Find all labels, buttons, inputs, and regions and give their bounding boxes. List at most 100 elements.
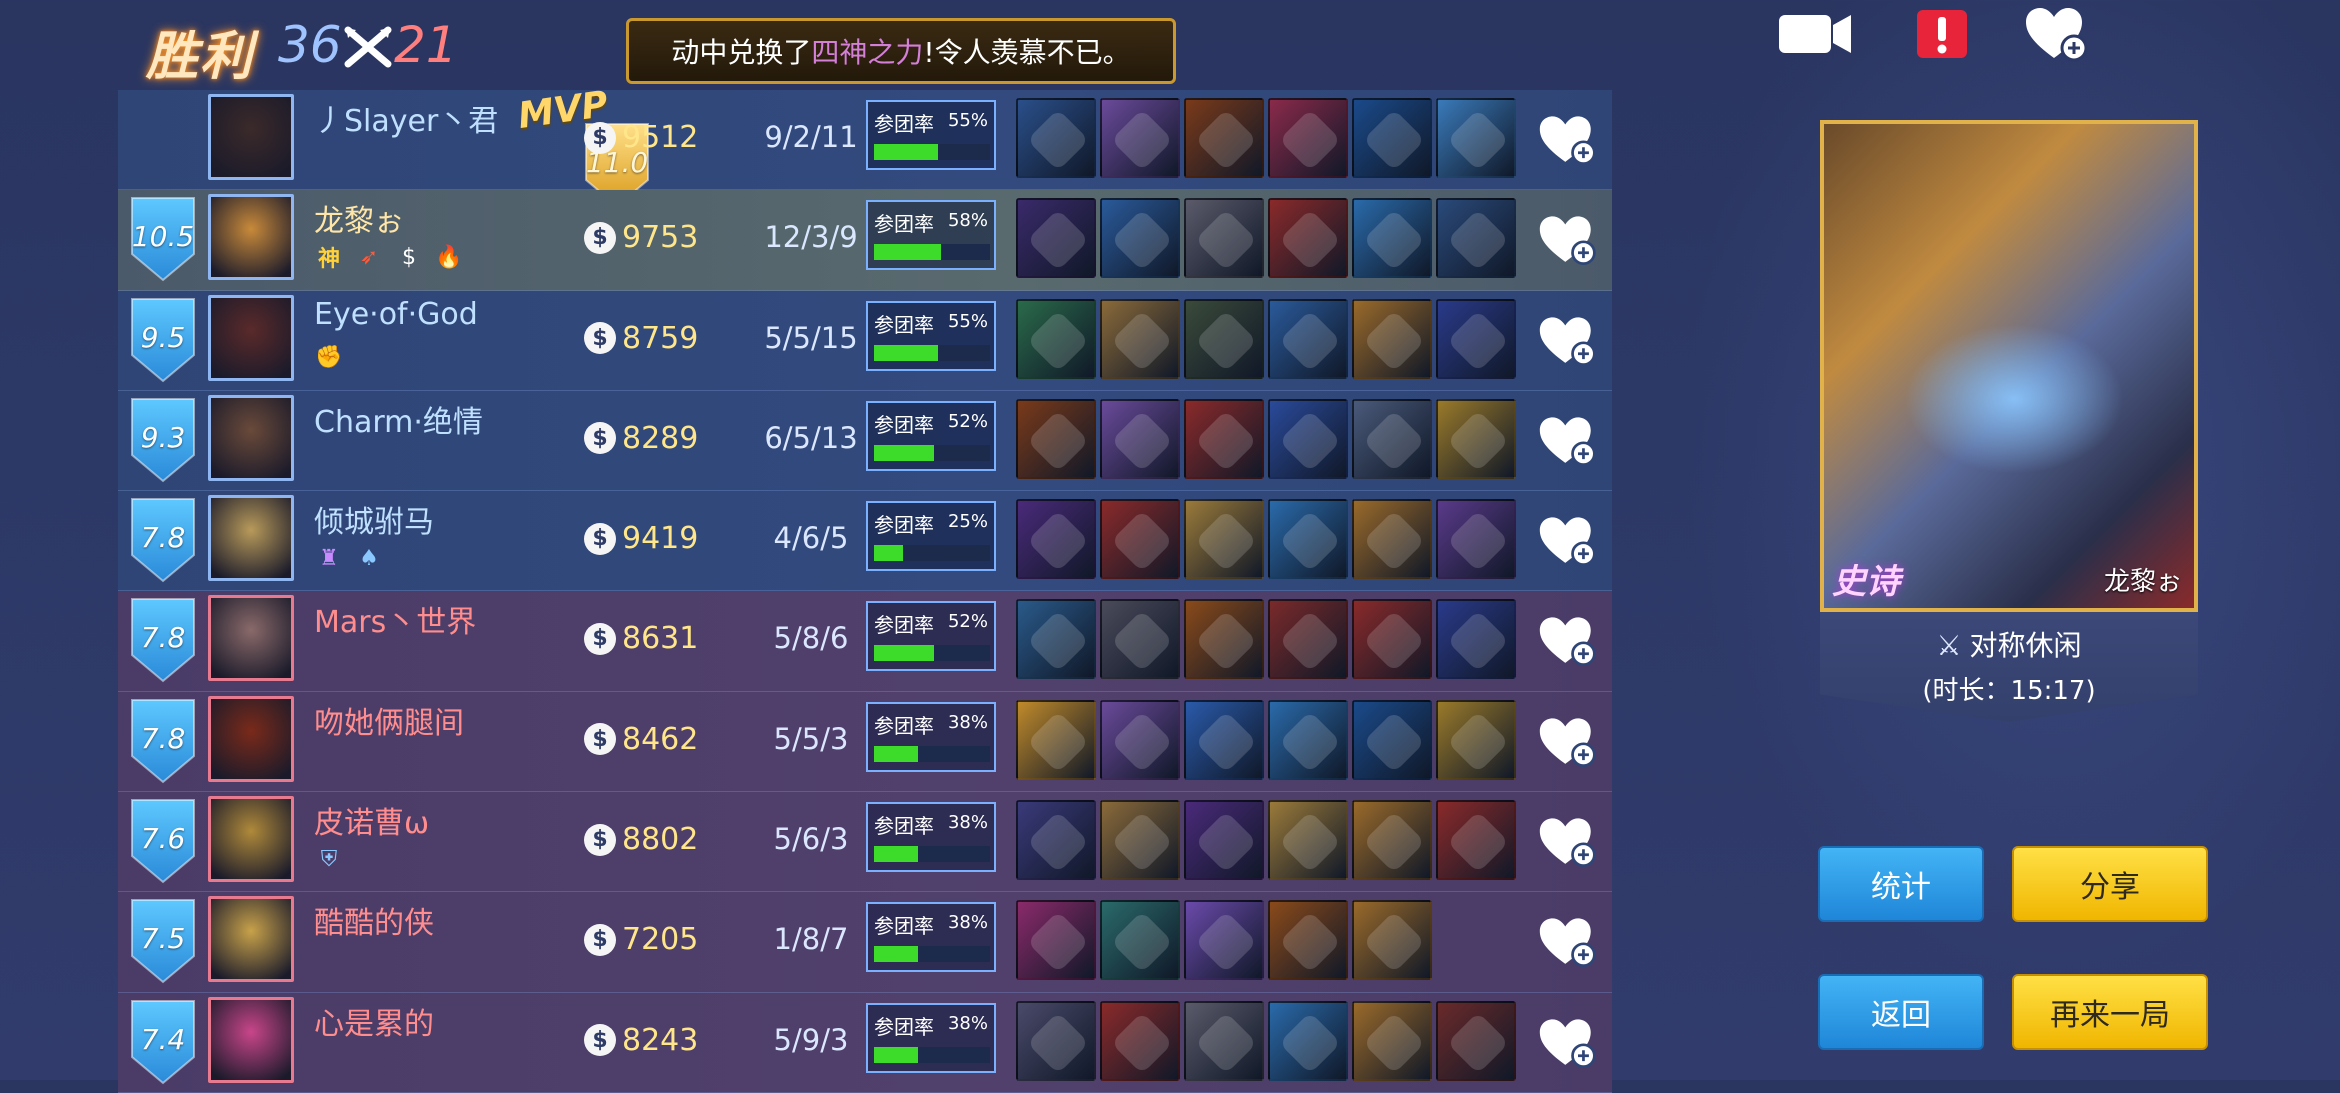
equipment-item-icon[interactable]: [1184, 499, 1264, 580]
equipment-item-icon[interactable]: [1268, 1000, 1348, 1081]
equipment-item-icon[interactable]: [1016, 800, 1096, 881]
equipment-item-icon[interactable]: [1100, 800, 1180, 881]
equipment-item-icon[interactable]: [1352, 1000, 1432, 1081]
equipment-item-icon[interactable]: [1268, 198, 1348, 279]
equipment-item-icon[interactable]: [1016, 699, 1096, 780]
equipment-item-icon[interactable]: [1184, 198, 1264, 279]
equipment-item-icon[interactable]: [1016, 398, 1096, 479]
player-avatar[interactable]: [208, 94, 294, 180]
player-badges: ♜ ♠: [314, 543, 384, 573]
like-icon[interactable]: [1538, 613, 1598, 669]
player-row[interactable]: 7.4 心是累的 $ 8243 5/9/3 参团率 38%: [118, 992, 1612, 1093]
equipment-item-icon[interactable]: [1436, 198, 1516, 279]
equipment-item-icon[interactable]: [1016, 198, 1096, 279]
equipment-item-icon[interactable]: [1436, 699, 1516, 780]
equipment-item-icon[interactable]: [1268, 800, 1348, 881]
share-button[interactable]: 分享: [2012, 846, 2208, 922]
equipment-item-icon[interactable]: [1184, 1000, 1264, 1081]
equipment-item-icon[interactable]: [1436, 398, 1516, 479]
player-avatar[interactable]: [208, 194, 294, 281]
hero-portrait[interactable]: 史诗 龙黎ぉ: [1820, 120, 2198, 612]
play-again-button[interactable]: 再来一局: [2012, 974, 2208, 1050]
video-record-icon[interactable]: [1776, 8, 1854, 60]
equipment-item-icon[interactable]: [1184, 900, 1264, 981]
equipment-item-icon[interactable]: [1352, 298, 1432, 379]
equipment-item-icon[interactable]: [1184, 98, 1264, 178]
player-row[interactable]: 7.8 吻她俩腿间 $ 8462 5/5/3 参团率 38%: [118, 691, 1612, 793]
equipment-item-icon[interactable]: [1352, 900, 1432, 981]
equipment-item-icon[interactable]: [1184, 699, 1264, 780]
equipment-item-icon[interactable]: [1352, 398, 1432, 479]
equipment-item-icon[interactable]: [1016, 599, 1096, 680]
equipment-item-icon[interactable]: [1436, 599, 1516, 680]
equipment-item-icon[interactable]: [1436, 1000, 1516, 1081]
like-icon[interactable]: [1538, 814, 1598, 870]
like-icon[interactable]: [1538, 914, 1598, 970]
equipment-item-icon[interactable]: [1268, 900, 1348, 981]
equipment-item-icon[interactable]: [1352, 599, 1432, 680]
back-button[interactable]: 返回: [1818, 974, 1984, 1050]
player-row[interactable]: 7.6 皮诺曹ω ⛨ $ 8802 5/6/3 参团率 38%: [118, 792, 1612, 893]
equipment-item-icon[interactable]: [1436, 298, 1516, 379]
equipment-item-icon[interactable]: [1016, 298, 1096, 379]
equipment-item-icon[interactable]: [1268, 398, 1348, 479]
equipment-item-icon[interactable]: [1436, 800, 1516, 881]
equipment-item-icon[interactable]: [1100, 98, 1180, 178]
equipment-item-icon[interactable]: [1100, 198, 1180, 279]
equipment-item-icon[interactable]: [1184, 298, 1264, 379]
equipment-item-icon[interactable]: [1352, 198, 1432, 279]
equipment-item-icon[interactable]: [1100, 499, 1180, 580]
equipment-item-icon[interactable]: [1268, 499, 1348, 580]
equipment-item-icon[interactable]: [1016, 900, 1096, 981]
like-icon[interactable]: [1538, 714, 1598, 770]
report-icon[interactable]: [1914, 8, 1970, 60]
equipment-item-icon[interactable]: [1016, 98, 1096, 178]
equipment-item-icon[interactable]: [1100, 699, 1180, 780]
player-row[interactable]: 9.5 Eye·of·God ✊ $ 8759 5/5/15 参团率 55%: [118, 290, 1612, 391]
equipment-item-icon[interactable]: [1268, 699, 1348, 780]
like-icon[interactable]: [1538, 313, 1598, 369]
player-row[interactable]: 10.5 龙黎ぉ 神 ➶ $ 🔥 $ 9753 12/3/9 参团率 58%: [118, 190, 1612, 291]
player-avatar[interactable]: [208, 796, 294, 883]
equipment-item-icon[interactable]: [1100, 900, 1180, 981]
like-icon[interactable]: [1538, 1015, 1598, 1071]
player-avatar[interactable]: [208, 495, 294, 582]
equipment-item-icon[interactable]: [1268, 599, 1348, 680]
equipment-item-icon[interactable]: [1436, 499, 1516, 580]
player-avatar[interactable]: [208, 595, 294, 682]
stats-button[interactable]: 统计: [1818, 846, 1984, 922]
equipment-item-icon[interactable]: [1100, 599, 1180, 680]
player-avatar[interactable]: [208, 294, 294, 381]
equipment-item-icon[interactable]: [1100, 298, 1180, 379]
equipment-item-icon[interactable]: [1016, 499, 1096, 580]
equipment-item-icon[interactable]: [1100, 398, 1180, 479]
equipment-item-icon[interactable]: [1268, 98, 1348, 178]
equipment-item-icon[interactable]: [1352, 98, 1432, 178]
player-row[interactable]: 11.0 丿Slayer丶君 MVP $ 9512 9/2/11 参团率 55%: [118, 84, 1612, 208]
like-icon[interactable]: [1538, 513, 1598, 569]
player-avatar[interactable]: [208, 996, 294, 1083]
equipment-item-icon[interactable]: [1352, 800, 1432, 881]
player-row[interactable]: 7.8 Mars丶世界 $ 8631 5/8/6 参团率 52%: [118, 591, 1612, 692]
player-avatar[interactable]: [208, 394, 294, 481]
player-row[interactable]: 9.3 Charm·绝情 $ 8289 6/5/13 参团率 52%: [118, 390, 1612, 492]
player-avatar[interactable]: [208, 695, 294, 782]
player-row[interactable]: 7.8 倾城驸马 ♜ ♠ $ 9419 4/6/5 参团率 25%: [118, 491, 1612, 592]
player-row[interactable]: 7.5 酷酷的侠 $ 7205 1/8/7 参团率 38%: [118, 892, 1612, 993]
equipment-item-icon[interactable]: [1016, 1000, 1096, 1081]
player-avatar[interactable]: [208, 896, 294, 983]
equipment-item-icon[interactable]: [1184, 398, 1264, 479]
equipment-item-icon[interactable]: [1100, 1000, 1180, 1081]
like-all-icon[interactable]: [2022, 8, 2092, 62]
player-badges: ⛨: [314, 844, 344, 874]
equipment-item-icon[interactable]: [1436, 98, 1516, 178]
equipment-item-icon[interactable]: [1352, 499, 1432, 580]
participation-percent: 52%: [947, 410, 988, 432]
equipment-item-icon[interactable]: [1352, 699, 1432, 780]
equipment-item-icon[interactable]: [1184, 599, 1264, 680]
like-icon[interactable]: [1538, 112, 1598, 168]
equipment-item-icon[interactable]: [1268, 298, 1348, 379]
like-icon[interactable]: [1538, 212, 1598, 268]
equipment-item-icon[interactable]: [1184, 800, 1264, 881]
like-icon[interactable]: [1538, 413, 1598, 469]
